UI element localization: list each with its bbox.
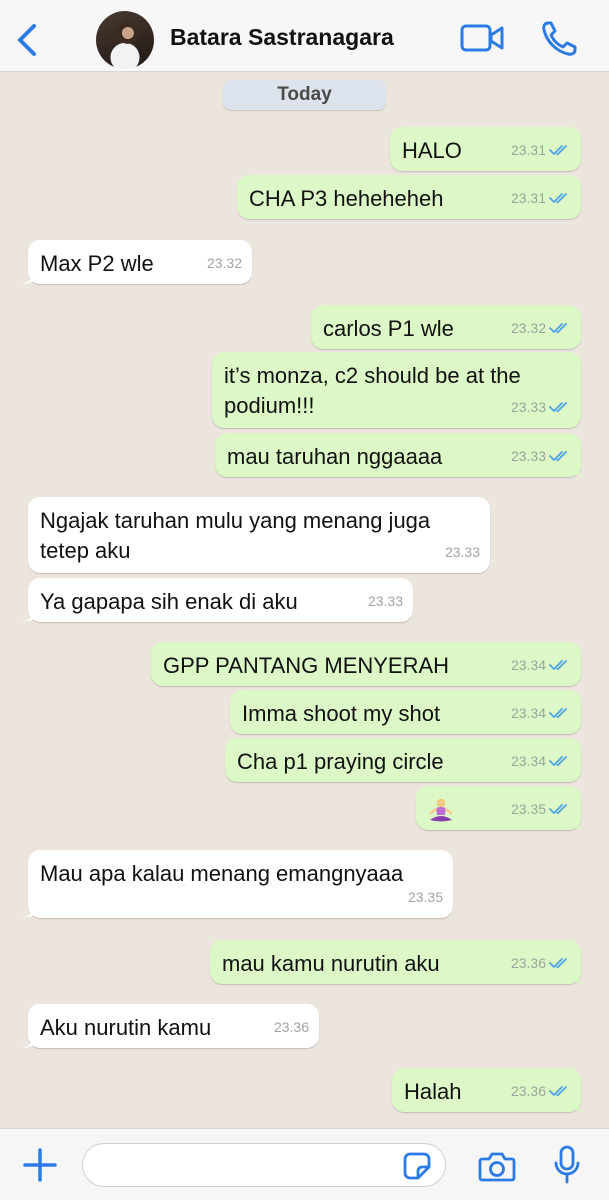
bubble-tail <box>574 816 588 830</box>
read-receipt-icon <box>549 451 567 461</box>
message-timestamp: 23.36 <box>510 1083 546 1099</box>
message-input[interactable] <box>82 1143 446 1187</box>
outgoing-message[interactable]: carlos P1 wle 23.32 <box>311 305 581 349</box>
message-meta: 23.36 <box>511 948 571 978</box>
outgoing-message[interactable]: Halah 23.36 <box>392 1068 588 1112</box>
read-receipt-icon <box>549 323 567 333</box>
message-timestamp: 23.33 <box>510 399 546 415</box>
message-meta: 23.33 <box>511 441 571 471</box>
message-text: mau kamu nurutin aku <box>222 951 440 976</box>
message-timestamp: 23.32 <box>510 320 546 336</box>
bubble-tail <box>21 270 35 284</box>
incoming-message[interactable]: Aku nurutin kamu 23.36 <box>21 1004 319 1048</box>
message-meta: 23.32 <box>207 248 242 278</box>
avatar[interactable] <box>96 11 154 69</box>
yoga-meditation-emoji <box>429 799 453 822</box>
read-receipt-icon <box>549 1086 567 1096</box>
outgoing-message[interactable]: CHA P3 heheheheh 23.31 <box>237 175 581 219</box>
read-receipt-icon <box>549 660 567 670</box>
bubble-tail <box>21 608 35 622</box>
message-meta: 23.33 <box>511 392 571 422</box>
outgoing-message[interactable]: 23.35 <box>416 786 588 830</box>
bubble-tail <box>574 1098 588 1112</box>
message-timestamp: 23.33 <box>444 544 480 560</box>
camera-icon[interactable] <box>478 1149 516 1183</box>
message-text: Ngajak taruhan mulu yang menang juga tet… <box>40 508 431 563</box>
outgoing-message[interactable]: Imma shoot my shot 23.34 <box>230 690 581 734</box>
message-meta: 23.36 <box>511 1076 571 1106</box>
message-timestamp: 23.35 <box>407 889 443 905</box>
message-timestamp: 23.34 <box>510 705 546 721</box>
message-text: HALO <box>402 138 462 163</box>
message-text: GPP PANTANG MENYERAH <box>163 653 450 678</box>
message-text: carlos P1 wle <box>323 316 454 341</box>
message-meta: 23.32 <box>511 313 571 343</box>
message-text: CHA P3 heheheheh <box>249 186 444 211</box>
message-text: Cha p1 praying circle <box>237 749 444 774</box>
message-timestamp: 23.33 <box>367 593 403 609</box>
bubble-tail <box>574 463 588 477</box>
video-camera-icon[interactable] <box>460 22 504 54</box>
message-timestamp: 23.31 <box>510 190 546 206</box>
message-meta: 23.34 <box>511 650 571 680</box>
read-receipt-icon <box>549 402 567 412</box>
incoming-message[interactable]: Ya gapapa sih enak di aku 23.33 <box>21 578 413 622</box>
message-text: Max P2 wle <box>40 251 154 276</box>
message-meta: 23.35 <box>408 882 443 912</box>
chat-header: Batara Sastranagara <box>0 0 609 72</box>
read-receipt-icon <box>549 958 567 968</box>
message-meta: 23.34 <box>511 698 571 728</box>
microphone-icon[interactable] <box>552 1145 582 1185</box>
message-text: Imma shoot my shot <box>242 701 441 726</box>
message-text: mau taruhan nggaaaa <box>227 444 443 469</box>
incoming-message[interactable]: Mau apa kalau menang emangnyaaa 23.35 <box>21 850 453 918</box>
message-meta: 23.34 <box>511 746 571 776</box>
outgoing-message[interactable]: mau taruhan nggaaaa 23.33 <box>215 433 588 477</box>
message-timestamp: 23.36 <box>273 1019 309 1035</box>
message-timestamp: 23.33 <box>510 448 546 464</box>
message-meta: 23.36 <box>274 1012 309 1042</box>
message-timestamp: 23.32 <box>206 255 242 271</box>
message-meta: 23.31 <box>511 135 571 165</box>
bubble-tail <box>21 1034 35 1048</box>
chevron-left-icon[interactable] <box>10 20 42 60</box>
message-meta: 23.33 <box>445 537 480 567</box>
message-timestamp: 23.31 <box>510 142 546 158</box>
sticker-icon[interactable] <box>402 1151 432 1181</box>
message-meta: 23.35 <box>511 794 571 824</box>
read-receipt-icon <box>549 145 567 155</box>
phone-icon[interactable] <box>540 20 578 58</box>
incoming-message[interactable]: Ngajak taruhan mulu yang menang juga tet… <box>28 497 490 573</box>
message-text: Aku nurutin kamu <box>40 1015 212 1040</box>
read-receipt-icon <box>549 193 567 203</box>
date-separator: Today <box>223 80 386 110</box>
read-receipt-icon <box>549 708 567 718</box>
bubble-tail <box>21 904 35 918</box>
message-timestamp: 23.34 <box>510 657 546 673</box>
bubble-tail <box>574 970 588 984</box>
message-timestamp: 23.34 <box>510 753 546 769</box>
outgoing-message[interactable]: it’s monza, c2 should be at the podium!!… <box>212 352 581 428</box>
message-text: Mau apa kalau menang emangnyaaa <box>40 861 404 886</box>
outgoing-message[interactable]: mau kamu nurutin aku 23.36 <box>210 940 588 984</box>
message-meta: 23.31 <box>511 183 571 213</box>
outgoing-message[interactable]: GPP PANTANG MENYERAH 23.34 <box>151 642 581 686</box>
message-timestamp: 23.36 <box>510 955 546 971</box>
incoming-message[interactable]: Max P2 wle 23.32 <box>21 240 252 284</box>
message-text: Ya gapapa sih enak di aku <box>40 589 298 614</box>
message-text: Halah <box>404 1079 462 1104</box>
composer-bar <box>0 1128 609 1200</box>
read-receipt-icon <box>549 804 567 814</box>
message-timestamp: 23.35 <box>510 801 546 817</box>
outgoing-message[interactable]: Cha p1 praying circle 23.34 <box>225 738 581 782</box>
read-receipt-icon <box>549 756 567 766</box>
message-text: it’s monza, c2 should be at the podium!!… <box>224 363 521 418</box>
plus-icon[interactable] <box>22 1147 58 1183</box>
contact-name[interactable]: Batara Sastranagara <box>170 24 394 51</box>
outgoing-message[interactable]: HALO 23.31 <box>390 127 581 171</box>
message-meta: 23.33 <box>368 586 403 616</box>
